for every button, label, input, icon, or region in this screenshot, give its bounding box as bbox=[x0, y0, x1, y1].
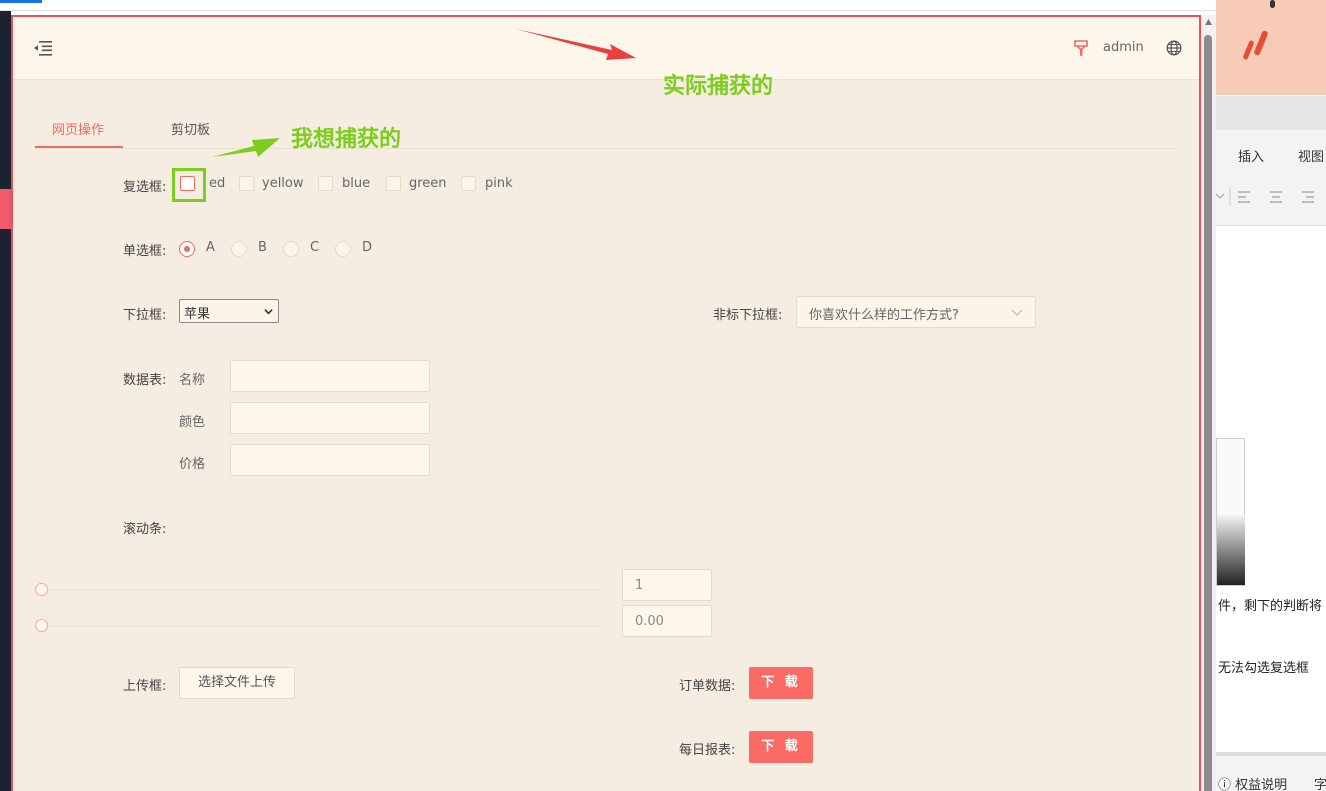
tab-clipboard[interactable]: 剪切板 bbox=[171, 119, 210, 138]
checkbox-green[interactable] bbox=[386, 176, 401, 191]
document-image bbox=[1216, 438, 1245, 586]
slider-value-input-1[interactable]: 1 bbox=[622, 569, 712, 601]
slider-label: 滚动条: bbox=[123, 522, 167, 537]
status-bar: ⓘ 权益说明 字 bbox=[1216, 752, 1326, 791]
checkbox-yellow-label: yellow bbox=[262, 176, 304, 191]
globe-icon[interactable] bbox=[1166, 40, 1182, 56]
order-download-button[interactable]: 下 载 bbox=[749, 667, 813, 699]
background-window: 插入 视图 件，剩下的判断将 无法勾选复选框 ⓘ 权益说明 字 bbox=[1216, 0, 1326, 791]
checkbox-label: 复选框: bbox=[123, 180, 167, 195]
annotation-actual: 实际捕获的 bbox=[663, 74, 774, 99]
rights-info-link[interactable]: ⓘ 权益说明 bbox=[1218, 774, 1287, 791]
document-text-1: 件，剩下的判断将 bbox=[1218, 599, 1323, 614]
select-label: 下拉框: bbox=[123, 308, 167, 323]
radio-d-label: D bbox=[362, 240, 373, 255]
menu-view[interactable]: 视图 bbox=[1298, 146, 1324, 165]
left-sidebar bbox=[0, 11, 11, 791]
fruit-select[interactable]: 苹果 bbox=[179, 299, 279, 323]
radio-d[interactable] bbox=[335, 241, 351, 257]
page-scrollbar[interactable] bbox=[1201, 15, 1216, 791]
app-frame: admin 网页操作 剪切板 复选框: ed yellow blue green… bbox=[11, 15, 1201, 791]
table-label: 数据表: bbox=[123, 373, 167, 388]
align-icons[interactable] bbox=[1216, 188, 1326, 206]
custom-select-label: 非标下拉框: bbox=[713, 308, 783, 323]
tab-indicator bbox=[0, 0, 42, 3]
annotation-wanted: 我想捕获的 bbox=[291, 127, 402, 152]
tab-web-operations[interactable]: 网页操作 bbox=[52, 119, 104, 138]
chevron-down-icon bbox=[264, 309, 273, 315]
menu-insert[interactable]: 插入 bbox=[1238, 146, 1264, 165]
slider-handle-1[interactable] bbox=[35, 583, 48, 596]
window-gray-bar bbox=[1216, 96, 1326, 130]
scrollbar-thumb[interactable] bbox=[1204, 35, 1212, 791]
custom-select-placeholder: 你喜欢什么样的工作方式? bbox=[809, 308, 959, 323]
report-download-button[interactable]: 下 载 bbox=[749, 731, 813, 763]
chevron-down-icon bbox=[1011, 309, 1023, 316]
checkbox-yellow[interactable] bbox=[239, 176, 254, 191]
tab-bar: 网页操作 剪切板 bbox=[35, 117, 1177, 149]
radio-a[interactable] bbox=[179, 241, 195, 257]
name-input[interactable] bbox=[230, 360, 430, 392]
menu-fold-icon[interactable] bbox=[33, 39, 53, 57]
radio-c-label: C bbox=[310, 240, 320, 255]
radio-c[interactable] bbox=[283, 241, 299, 257]
slider-track-2[interactable] bbox=[41, 625, 601, 627]
order-data-label: 订单数据: bbox=[679, 679, 736, 694]
price-input[interactable] bbox=[230, 444, 430, 476]
fruit-select-value: 苹果 bbox=[184, 307, 211, 322]
user-name[interactable]: admin bbox=[1103, 40, 1144, 55]
checkbox-blue[interactable] bbox=[318, 176, 333, 191]
radio-label: 单选框: bbox=[123, 244, 167, 259]
decorative-image bbox=[1216, 0, 1326, 95]
sidebar-active-marker bbox=[0, 189, 11, 229]
custom-select[interactable]: 你喜欢什么样的工作方式? bbox=[796, 296, 1036, 328]
field-color-label: 颜色 bbox=[179, 415, 206, 430]
annotation-highlight-box bbox=[172, 168, 206, 202]
daily-report-label: 每日报表: bbox=[679, 743, 736, 758]
radio-b[interactable] bbox=[231, 241, 247, 257]
browser-top-strip bbox=[0, 0, 1216, 11]
slider-handle-2[interactable] bbox=[35, 619, 48, 632]
theme-brush-icon[interactable] bbox=[1073, 39, 1089, 57]
checkbox-pink[interactable] bbox=[461, 176, 476, 191]
radio-a-label: A bbox=[206, 240, 215, 255]
field-name-label: 名称 bbox=[179, 373, 206, 388]
checkbox-red-label: ed bbox=[209, 176, 226, 191]
slider-track-1[interactable] bbox=[41, 589, 601, 591]
scroll-up-arrow-icon[interactable] bbox=[1205, 19, 1212, 25]
radio-b-label: B bbox=[258, 240, 267, 255]
slider-value-input-2[interactable]: 0.00 bbox=[622, 605, 712, 637]
status-text: 字 bbox=[1314, 778, 1326, 791]
color-input[interactable] bbox=[230, 402, 430, 434]
document-text-2: 无法勾选复选框 bbox=[1218, 661, 1310, 676]
app-header: admin bbox=[13, 17, 1199, 80]
checkbox-pink-label: pink bbox=[485, 176, 513, 191]
editor-toolbar: 插入 视图 bbox=[1216, 130, 1326, 226]
active-tab-underline bbox=[35, 146, 123, 148]
checkbox-green-label: green bbox=[409, 176, 447, 191]
upload-button[interactable]: 选择文件上传 bbox=[179, 667, 295, 699]
field-price-label: 价格 bbox=[179, 457, 206, 472]
upload-label: 上传框: bbox=[123, 679, 167, 694]
checkbox-blue-label: blue bbox=[342, 176, 371, 191]
